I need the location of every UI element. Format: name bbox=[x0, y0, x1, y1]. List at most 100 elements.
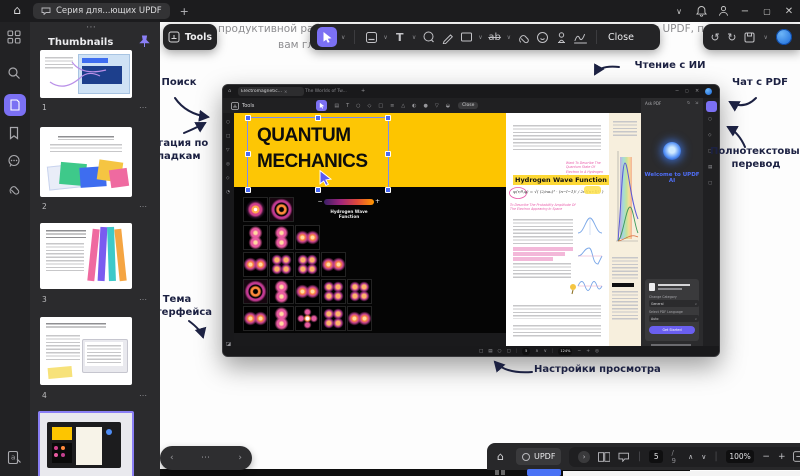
chevron-down-icon[interactable]: ∨ bbox=[764, 34, 768, 41]
svg-text:a: a bbox=[11, 454, 15, 462]
page-more-icon[interactable]: ⋯ bbox=[139, 295, 148, 304]
sidebar-item-bookmarks[interactable] bbox=[7, 126, 23, 142]
inner-bookmark-icon: ▽ bbox=[226, 149, 229, 154]
page-thumbnail[interactable] bbox=[40, 127, 132, 197]
inner-rail-icon: ○ bbox=[708, 118, 712, 123]
comment-tool[interactable] bbox=[420, 29, 436, 45]
bottom-home-icon[interactable]: ⌂ bbox=[497, 450, 504, 463]
page-up-icon[interactable]: ∧ bbox=[688, 453, 693, 461]
ai-logo-glow bbox=[663, 142, 681, 160]
highlight-tool[interactable] bbox=[363, 29, 379, 45]
translate-icon[interactable]: a bbox=[7, 450, 23, 466]
prev-page-icon[interactable]: ‹ bbox=[170, 453, 174, 463]
account-icon[interactable] bbox=[712, 5, 734, 17]
sidebar-item-attachments[interactable] bbox=[7, 182, 23, 198]
pin-icon[interactable] bbox=[139, 35, 150, 48]
tools-button[interactable]: Tools bbox=[163, 24, 217, 50]
signature-tool[interactable] bbox=[572, 29, 588, 45]
chevron-down-icon[interactable]: ∨ bbox=[412, 34, 416, 41]
inner-rail-icon: ◇ bbox=[708, 134, 711, 139]
ai-panel: Ask PDF ↻ ⇲ Welcome to UPDF AI Change Ca… bbox=[641, 98, 703, 348]
tools-icon bbox=[168, 31, 180, 43]
wave-sketch bbox=[576, 275, 604, 297]
sidebar-item-thumbnails[interactable] bbox=[4, 94, 26, 116]
updf-window: ⌂ Серия для...ющих UPDF + ∨ − ▢ ✕ bbox=[0, 0, 800, 476]
page-more-icon[interactable]: ⋯ bbox=[139, 103, 148, 112]
attachment-tool[interactable] bbox=[515, 29, 531, 45]
page-thumbnail[interactable] bbox=[40, 50, 132, 98]
close-toolbar-button[interactable]: Close bbox=[605, 32, 637, 43]
more-pages-icon[interactable]: ⋯ bbox=[201, 453, 211, 463]
document-tab[interactable]: Серия для...ющих UPDF bbox=[33, 3, 170, 19]
grid-menu-icon[interactable] bbox=[7, 30, 23, 46]
text-tool[interactable]: T bbox=[392, 29, 408, 45]
undo-icon[interactable]: ↺ bbox=[711, 31, 720, 44]
inner-close-icon: × bbox=[695, 89, 699, 94]
inner-zoom-level: 124% bbox=[558, 348, 572, 355]
panel-more-icon[interactable]: ⋯ bbox=[86, 22, 97, 33]
ai-expand-icon: ⇲ bbox=[695, 101, 698, 105]
page-more-icon[interactable]: ⋯ bbox=[139, 391, 148, 400]
page-thumbnail-selected[interactable] bbox=[38, 411, 134, 476]
inner-bottom-bar: □▤○▢| 5 ∧∨| 124% −+◎ bbox=[223, 346, 719, 356]
two-page-view-icon[interactable] bbox=[598, 452, 610, 462]
inner-select-tool bbox=[316, 100, 327, 111]
annotation-view-settings: Настройки просмотра bbox=[534, 364, 674, 377]
expand-icon[interactable]: › bbox=[578, 451, 589, 463]
document-tab-title: Серия для...ющих UPDF bbox=[56, 6, 162, 16]
inner-minimize-icon: − bbox=[675, 89, 679, 94]
chevron-down-icon[interactable]: ∨ bbox=[668, 7, 690, 16]
shape-tool[interactable] bbox=[458, 29, 474, 45]
pen-tool[interactable] bbox=[439, 29, 455, 45]
page-more-icon[interactable]: ⋯ bbox=[139, 202, 148, 211]
user-avatar[interactable] bbox=[776, 29, 792, 45]
search-icon[interactable] bbox=[7, 66, 23, 82]
inner-titlebar: ⌂ Electromagnetic... × The Worlds of Tw.… bbox=[223, 85, 719, 98]
bell-icon[interactable] bbox=[690, 5, 712, 17]
chevron-down-icon[interactable]: ∨ bbox=[507, 34, 511, 41]
inner-rail-icon: ▢ bbox=[708, 182, 712, 187]
bottom-app-tab[interactable]: UPDF bbox=[516, 448, 561, 465]
page-down-icon[interactable]: ∨ bbox=[701, 453, 706, 461]
sticker-tool[interactable] bbox=[534, 29, 550, 45]
banner-title-line2: MECHANICS bbox=[257, 149, 368, 175]
inner-comment-icon: ◎ bbox=[226, 163, 230, 168]
new-tab-button[interactable]: + bbox=[180, 5, 189, 18]
gradient-minus-icon: − bbox=[317, 198, 323, 205]
chevron-down-icon[interactable]: ∨ bbox=[478, 34, 482, 41]
current-page-field[interactable]: 5 bbox=[649, 450, 663, 463]
stamp-tool[interactable] bbox=[553, 29, 569, 45]
pdf-file-icon bbox=[649, 283, 655, 291]
inner-maximize-icon: ▢ bbox=[685, 89, 689, 93]
cloud-icon bbox=[522, 453, 530, 461]
minimize-button[interactable]: − bbox=[734, 6, 756, 17]
wave-sketch bbox=[576, 245, 604, 267]
history-toolbar: ↺ ↻ ∨ bbox=[703, 24, 800, 50]
close-window-button[interactable]: ✕ bbox=[778, 6, 800, 17]
next-page-icon[interactable]: › bbox=[238, 453, 242, 463]
banner-page: QUANTUM MECHANICS bbox=[234, 113, 506, 187]
page-zoom-toolbar: › | 5 / 9 ∧ ∨ | 100% − + bbox=[569, 447, 800, 467]
sidebar-item-comments[interactable] bbox=[7, 154, 23, 170]
inner-screenshot: ⌂ Electromagnetic... × The Worlds of Tw.… bbox=[222, 84, 720, 357]
annotation-toolbar: ∨ ∨ T ∨ ∨ ab ∨ Close bbox=[310, 24, 660, 50]
chevron-down-icon[interactable]: ∨ bbox=[341, 34, 345, 41]
strikethrough-tool[interactable]: ab bbox=[487, 29, 503, 45]
zoom-in-icon[interactable]: + bbox=[778, 452, 786, 462]
page-thumbnail[interactable] bbox=[40, 223, 132, 289]
page-thumbnail[interactable] bbox=[40, 317, 132, 385]
save-icon[interactable] bbox=[744, 32, 755, 43]
maximize-button[interactable]: ▢ bbox=[756, 7, 778, 16]
comment-view-icon[interactable] bbox=[618, 452, 629, 462]
thumbnails-panel: ⋯ Thumbnails 1 ⋯ 2 ⋯ bbox=[30, 22, 160, 476]
zoom-out-icon[interactable]: − bbox=[762, 452, 770, 462]
redo-icon[interactable]: ↻ bbox=[727, 31, 736, 44]
page-number: 2 bbox=[42, 202, 47, 211]
chevron-down-icon[interactable]: ∨ bbox=[383, 34, 387, 41]
zoom-level-field[interactable]: 100% bbox=[726, 450, 755, 463]
inner-tools-label: Tools bbox=[242, 103, 254, 109]
home-icon[interactable]: ⌂ bbox=[9, 3, 25, 19]
select-tool-active[interactable] bbox=[317, 27, 337, 47]
handwritten-note: To Describe The Probability Amplitude Of… bbox=[510, 203, 582, 212]
fit-screen-icon[interactable] bbox=[793, 451, 800, 462]
